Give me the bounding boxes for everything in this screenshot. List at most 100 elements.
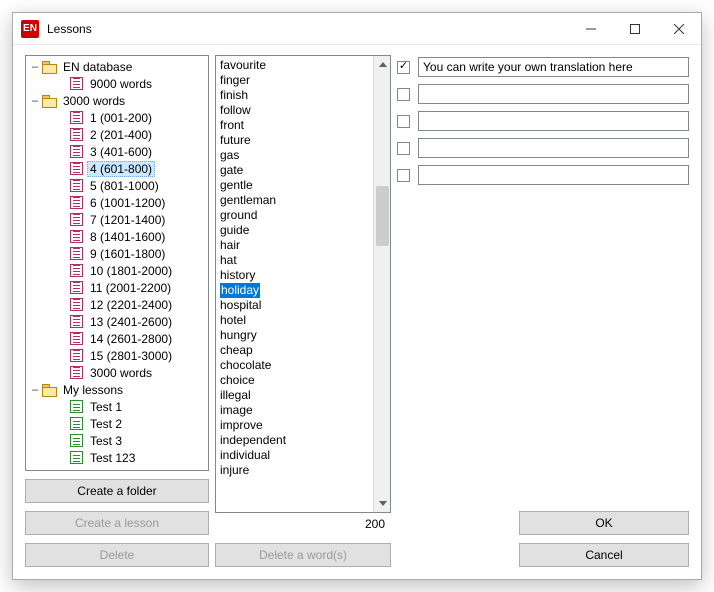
ok-button[interactable]: OK xyxy=(519,511,689,535)
maximize-button[interactable] xyxy=(613,13,657,45)
word-item[interactable]: hospital xyxy=(220,298,373,313)
scroll-down-button[interactable] xyxy=(374,495,391,512)
tree-label: My lessons xyxy=(60,383,126,397)
word-item[interactable]: hungry xyxy=(220,328,373,343)
word-item[interactable]: chocolate xyxy=(220,358,373,373)
tree-node[interactable]: Test 3 xyxy=(28,432,208,449)
tree-node[interactable]: 13 (2401-2600) xyxy=(28,313,208,330)
folder-icon xyxy=(42,61,56,73)
word-item[interactable]: improve xyxy=(220,418,373,433)
translation-input[interactable] xyxy=(418,111,689,131)
tree-node[interactable]: 11 (2001-2200) xyxy=(28,279,208,296)
lessons-dialog: EN Lessons −EN database9000 words−3000 w… xyxy=(12,12,702,580)
create-folder-button[interactable]: Create a folder xyxy=(25,479,209,503)
create-lesson-button[interactable]: Create a lesson xyxy=(25,511,209,535)
tree-label: 7 (1201-1400) xyxy=(87,213,168,227)
translation-row xyxy=(397,165,689,185)
close-button[interactable] xyxy=(657,13,701,45)
word-item[interactable]: history xyxy=(220,268,373,283)
lesson-icon xyxy=(70,196,83,209)
folder-tree[interactable]: −EN database9000 words−3000 words 1 (001-… xyxy=(25,55,209,471)
translation-input[interactable] xyxy=(418,84,689,104)
tree-node[interactable]: −My lessons xyxy=(28,381,208,398)
word-item[interactable]: illegal xyxy=(220,388,373,403)
tree-label: 2 (201-400) xyxy=(87,128,155,142)
tree-node[interactable]: 4 (601-800) xyxy=(28,160,208,177)
word-item[interactable]: favourite xyxy=(220,58,373,73)
tree-label: 13 (2401-2600) xyxy=(87,315,175,329)
word-count: 200 xyxy=(365,517,385,531)
word-item[interactable]: gentleman xyxy=(220,193,373,208)
word-item[interactable]: follow xyxy=(220,103,373,118)
tree-node[interactable]: 3000 words xyxy=(28,364,208,381)
word-item[interactable]: future xyxy=(220,133,373,148)
word-item[interactable]: choice xyxy=(220,373,373,388)
word-item[interactable]: gas xyxy=(220,148,373,163)
scroll-thumb[interactable] xyxy=(376,186,389,246)
translation-checkbox[interactable] xyxy=(397,115,410,128)
translation-row xyxy=(397,84,689,104)
word-item[interactable]: hair xyxy=(220,238,373,253)
tree-label: 4 (601-800) xyxy=(87,161,155,177)
translation-checkbox[interactable] xyxy=(397,61,410,74)
word-item[interactable]: finish xyxy=(220,88,373,103)
lesson-test-icon xyxy=(70,400,83,413)
word-item[interactable]: gate xyxy=(220,163,373,178)
tree-node[interactable]: 12 (2201-2400) xyxy=(28,296,208,313)
cancel-button[interactable]: Cancel xyxy=(519,543,689,567)
lesson-icon xyxy=(70,111,83,124)
translation-checkbox[interactable] xyxy=(397,169,410,182)
delete-button[interactable]: Delete xyxy=(25,543,209,567)
translation-checkbox[interactable] xyxy=(397,142,410,155)
word-item[interactable]: gentle xyxy=(220,178,373,193)
folder-icon xyxy=(42,384,56,396)
tree-node[interactable]: 3 (401-600) xyxy=(28,143,208,160)
tree-node[interactable]: 10 (1801-2000) xyxy=(28,262,208,279)
word-item[interactable]: guide xyxy=(220,223,373,238)
tree-node[interactable]: −3000 words xyxy=(28,92,208,109)
translation-checkbox[interactable] xyxy=(397,88,410,101)
translation-input[interactable] xyxy=(418,165,689,185)
word-item[interactable]: ground xyxy=(220,208,373,223)
translation-input[interactable] xyxy=(418,138,689,158)
tree-node[interactable]: 15 (2801-3000) xyxy=(28,347,208,364)
tree-label: 11 (2001-2200) xyxy=(87,281,174,295)
tree-node[interactable]: 5 (801-1000) xyxy=(28,177,208,194)
tree-node[interactable]: 8 (1401-1600) xyxy=(28,228,208,245)
tree-label: 15 (2801-3000) xyxy=(87,349,175,363)
word-list-scrollbar[interactable] xyxy=(373,56,390,512)
word-item[interactable]: hat xyxy=(220,253,373,268)
tree-label: 10 (1801-2000) xyxy=(87,264,175,278)
scroll-up-button[interactable] xyxy=(374,56,391,73)
word-item[interactable]: front xyxy=(220,118,373,133)
lesson-test-icon xyxy=(70,434,83,447)
word-item[interactable]: holiday xyxy=(220,283,373,298)
tree-node[interactable]: 14 (2601-2800) xyxy=(28,330,208,347)
word-item[interactable]: independent xyxy=(220,433,373,448)
tree-node[interactable]: 1 (001-200) xyxy=(28,109,208,126)
tree-node[interactable]: 2 (201-400) xyxy=(28,126,208,143)
word-item[interactable]: cheap xyxy=(220,343,373,358)
word-item[interactable]: finger xyxy=(220,73,373,88)
lesson-icon xyxy=(70,128,83,141)
word-item[interactable]: image xyxy=(220,403,373,418)
tree-node[interactable]: −EN database xyxy=(28,58,208,75)
tree-node[interactable]: Test 1 xyxy=(28,398,208,415)
word-item[interactable]: individual xyxy=(220,448,373,463)
app-icon: EN xyxy=(21,20,39,38)
tree-label: 1 (001-200) xyxy=(87,111,155,125)
tree-node[interactable]: Test 2 xyxy=(28,415,208,432)
tree-node[interactable]: Test 123 xyxy=(28,449,208,466)
translation-input[interactable] xyxy=(418,57,689,77)
tree-node[interactable]: 6 (1001-1200) xyxy=(28,194,208,211)
tree-label: Test 123 xyxy=(87,451,138,465)
word-list[interactable]: favouritefingerfinishfollowfrontfuturega… xyxy=(215,55,391,513)
delete-words-button[interactable]: Delete a word(s) xyxy=(215,543,391,567)
tree-node[interactable]: 9000 words xyxy=(28,75,208,92)
word-item[interactable]: hotel xyxy=(220,313,373,328)
lesson-icon xyxy=(70,315,83,328)
tree-node[interactable]: 9 (1601-1800) xyxy=(28,245,208,262)
minimize-button[interactable] xyxy=(569,13,613,45)
tree-node[interactable]: 7 (1201-1400) xyxy=(28,211,208,228)
word-item[interactable]: injure xyxy=(220,463,373,478)
